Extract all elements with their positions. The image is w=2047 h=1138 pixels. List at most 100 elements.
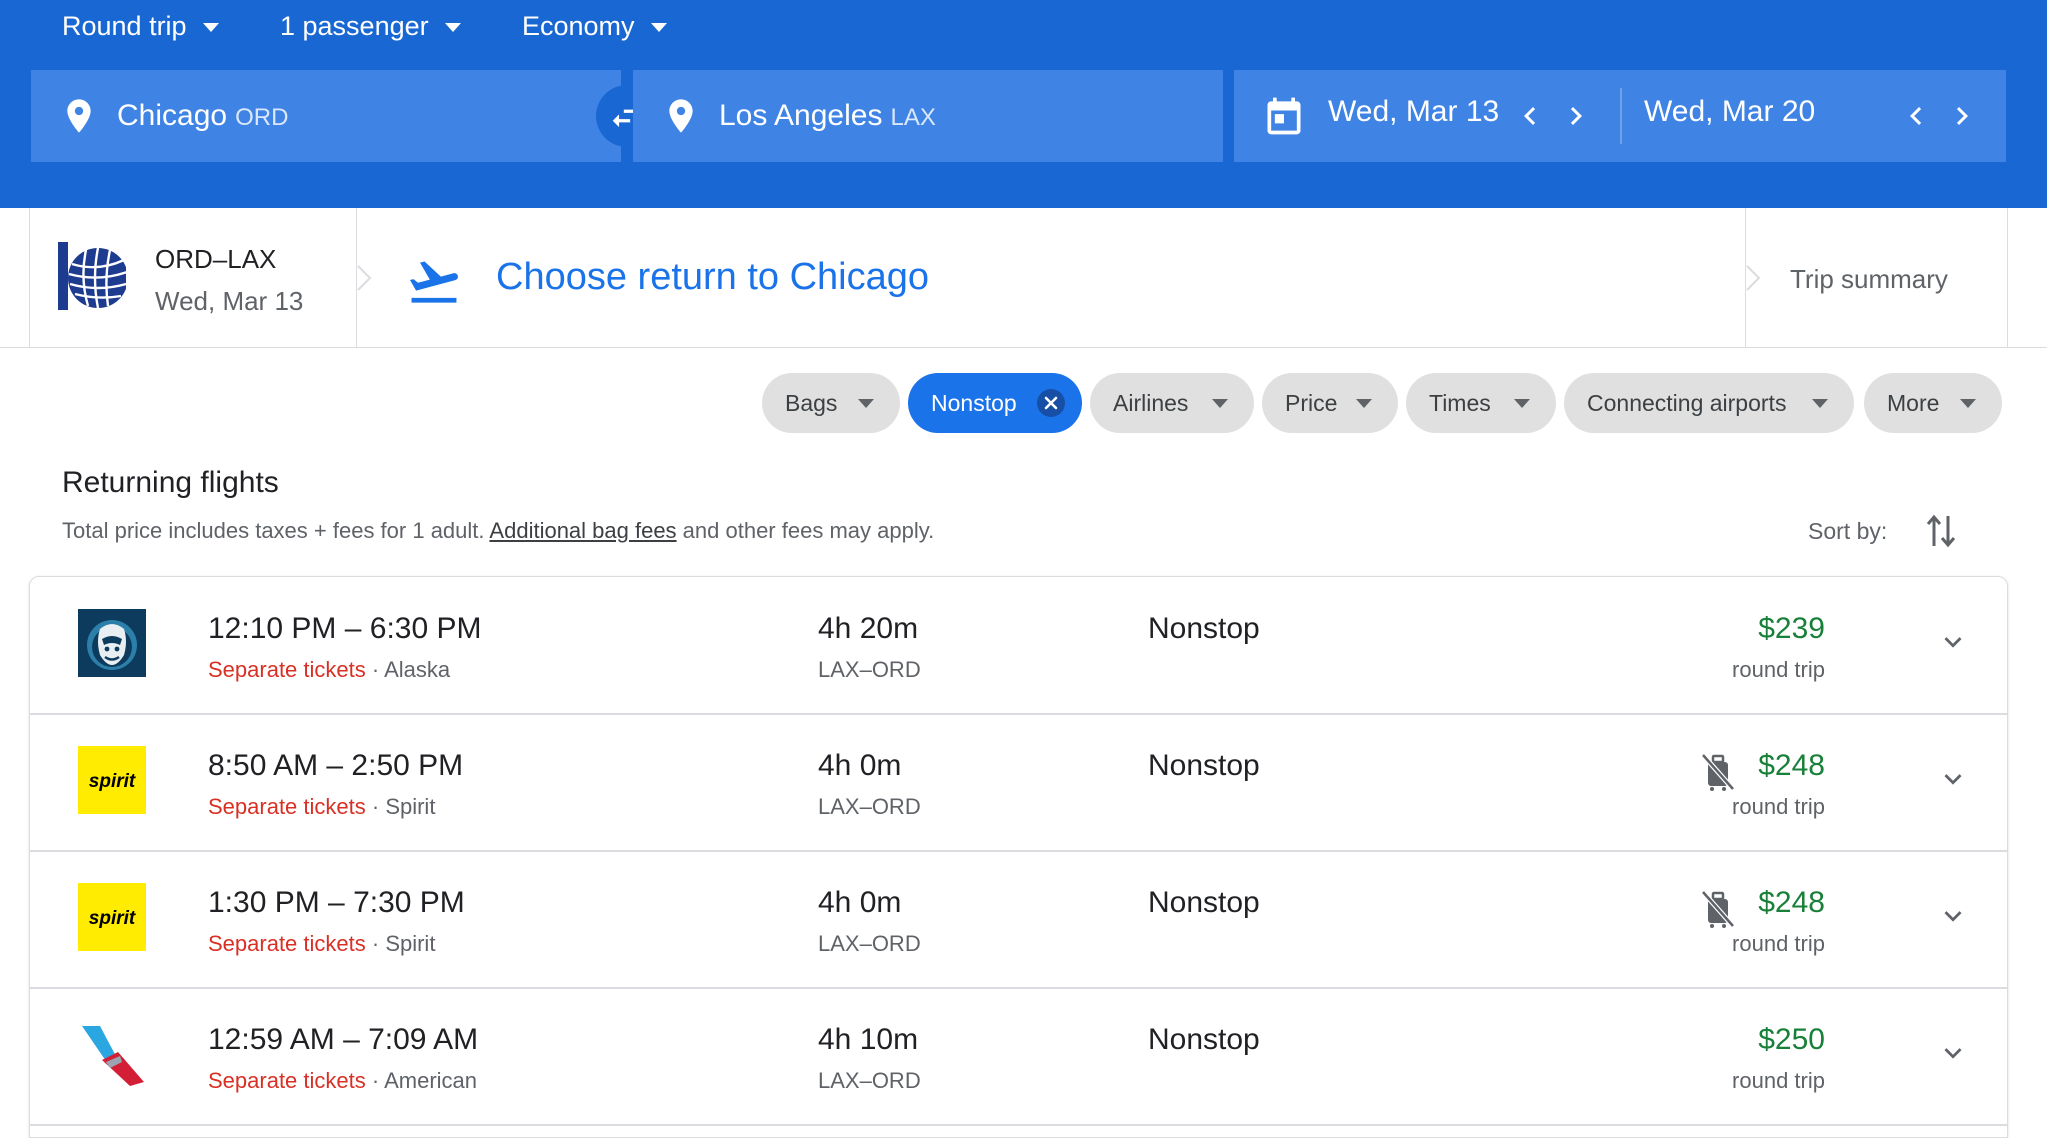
flight-stops: Nonstop xyxy=(1148,886,1260,919)
united-logo xyxy=(58,242,126,310)
filter-connecting-airports[interactable]: Connecting airports xyxy=(1564,373,1854,433)
filter-more[interactable]: More xyxy=(1864,373,2002,433)
price-type: round trip xyxy=(1732,657,1825,682)
filter-label: Connecting airports xyxy=(1587,389,1787,416)
trip-summary-link[interactable]: Trip summary xyxy=(1790,264,1948,295)
booking-breadcrumb: ORD–LAX Wed, Mar 13 Choose return to Chi… xyxy=(29,208,2008,348)
step-title: Choose return to Chicago xyxy=(496,256,930,298)
bag-fees-link[interactable]: Additional bag fees xyxy=(489,518,676,543)
chevron-right-icon[interactable] xyxy=(1558,98,1594,134)
results-title: Returning flights xyxy=(62,466,279,499)
flight-price: $239 xyxy=(1758,612,1825,645)
date-picker: Wed, Mar 13 Wed, Mar 20 xyxy=(1234,70,2006,162)
airline-name: Alaska xyxy=(384,657,451,682)
price-type: round trip xyxy=(1732,931,1825,956)
spirit-logo-text: spirit xyxy=(89,771,136,792)
american-logo xyxy=(82,1026,144,1086)
caret-down-icon xyxy=(202,23,219,32)
cabin-class-label: Economy xyxy=(522,10,635,41)
sort-icon[interactable] xyxy=(1924,512,1958,550)
plane-departure-icon xyxy=(409,261,458,303)
date-divider xyxy=(1620,88,1622,144)
spirit-logo: spirit xyxy=(78,883,146,951)
destination-field[interactable]: Los Angeles LAX xyxy=(633,70,1223,162)
chevron-right-icon[interactable] xyxy=(1944,98,1980,134)
filter-bags[interactable]: Bags xyxy=(762,373,900,433)
chevron-right-icon xyxy=(357,265,372,291)
filter-price[interactable]: Price xyxy=(1262,373,1398,433)
cabin-class-dropdown[interactable]: Economy xyxy=(522,8,667,44)
alaska-logo xyxy=(78,609,146,677)
destination-city: Los Angeles xyxy=(719,99,883,132)
caret-down-icon xyxy=(1356,399,1372,408)
clear-filter-icon[interactable] xyxy=(1036,388,1066,418)
caret-down-icon xyxy=(444,23,461,32)
flight-price: $248 xyxy=(1758,749,1825,782)
sort-label: Sort by: xyxy=(1808,518,1888,544)
filter-label: Times xyxy=(1429,389,1491,416)
origin-city: Chicago xyxy=(117,99,228,132)
expand-chevron-icon[interactable] xyxy=(1936,625,1970,659)
expand-chevron-icon[interactable] xyxy=(1936,762,1970,796)
flight-stops: Nonstop xyxy=(1148,749,1260,782)
caret-down-icon xyxy=(1514,399,1530,408)
filter-label: Price xyxy=(1285,389,1338,416)
search-header: Round trip 1 passenger Economy Chicago O… xyxy=(0,0,2047,208)
flight-stops: Nonstop xyxy=(1148,1023,1260,1056)
origin-code: ORD xyxy=(235,104,289,131)
flight-duration: 4h 20m xyxy=(818,612,919,645)
flight-row[interactable]: 12:59 AM – 7:09 AM Separate tickets · Am… xyxy=(30,988,2007,1126)
filter-label: Airlines xyxy=(1113,389,1189,416)
flight-duration: 4h 10m xyxy=(818,1023,919,1056)
flight-times: 8:50 AM – 2:50 PM xyxy=(208,749,464,782)
spirit-logo-text: spirit xyxy=(89,908,136,929)
flight-tickets: Separate tickets · American xyxy=(208,1068,478,1093)
no-carry-on-bag-icon xyxy=(1701,753,1735,791)
chevron-left-icon[interactable] xyxy=(1512,98,1548,134)
separate-tickets-label: Separate tickets xyxy=(208,657,366,682)
passengers-dropdown[interactable]: 1 passenger xyxy=(280,8,461,44)
leg-route: ORD–LAX xyxy=(155,244,277,274)
flight-stops: Nonstop xyxy=(1148,612,1260,645)
price-type: round trip xyxy=(1732,794,1825,819)
flight-times: 12:10 PM – 6:30 PM xyxy=(208,612,482,645)
flight-price: $248 xyxy=(1758,886,1825,919)
leg-date: Wed, Mar 13 xyxy=(155,286,304,316)
flight-route: LAX–ORD xyxy=(818,1068,921,1093)
airline-name: American xyxy=(384,1068,478,1093)
price-note-prefix: Total price includes taxes + fees for 1 … xyxy=(62,518,490,543)
flight-row[interactable]: spirit 1:30 PM – 7:30 PM Separate ticket… xyxy=(30,851,2007,989)
filter-nonstop[interactable]: Nonstop xyxy=(908,373,1082,433)
caret-down-icon xyxy=(858,399,874,408)
origin-field[interactable]: Chicago ORD xyxy=(31,70,621,162)
expand-chevron-icon[interactable] xyxy=(1936,899,1970,933)
trip-type-dropdown[interactable]: Round trip xyxy=(62,8,219,44)
separate-tickets-label: Separate tickets xyxy=(208,1068,366,1093)
caret-down-icon xyxy=(650,23,667,32)
flight-price: $250 xyxy=(1758,1023,1825,1056)
flight-route: LAX–ORD xyxy=(818,794,921,819)
flight-tickets: Separate tickets · Spirit xyxy=(208,931,436,956)
destination-code: LAX xyxy=(890,104,936,131)
flight-tickets: Separate tickets · Spirit xyxy=(208,794,436,819)
caret-down-icon xyxy=(1812,399,1828,408)
separate-tickets-label: Separate tickets xyxy=(208,931,366,956)
flight-times: 1:30 PM – 7:30 PM xyxy=(208,886,465,919)
filter-airlines[interactable]: Airlines xyxy=(1090,373,1254,433)
expand-chevron-icon[interactable] xyxy=(1936,1036,1970,1070)
flight-duration: 4h 0m xyxy=(818,886,902,919)
location-pin-icon xyxy=(669,99,693,133)
flight-row[interactable]: 12:10 PM – 6:30 PM Separate tickets · Al… xyxy=(30,577,2007,715)
filter-times[interactable]: Times xyxy=(1406,373,1556,433)
return-date[interactable]: Wed, Mar 20 xyxy=(1644,95,1815,129)
location-pin-icon xyxy=(67,99,91,133)
filter-label: Nonstop xyxy=(931,389,1017,416)
flight-row[interactable]: spirit 8:50 AM – 2:50 PM Separate ticket… xyxy=(30,714,2007,852)
price-note-suffix: and other fees may apply. xyxy=(676,518,935,543)
calendar-icon xyxy=(1267,97,1301,135)
flight-route: LAX–ORD xyxy=(818,931,921,956)
chevron-left-icon[interactable] xyxy=(1898,98,1934,134)
price-note: Total price includes taxes + fees for 1 … xyxy=(62,518,934,544)
depart-date[interactable]: Wed, Mar 13 xyxy=(1328,95,1499,129)
separate-tickets-label: Separate tickets xyxy=(208,794,366,819)
